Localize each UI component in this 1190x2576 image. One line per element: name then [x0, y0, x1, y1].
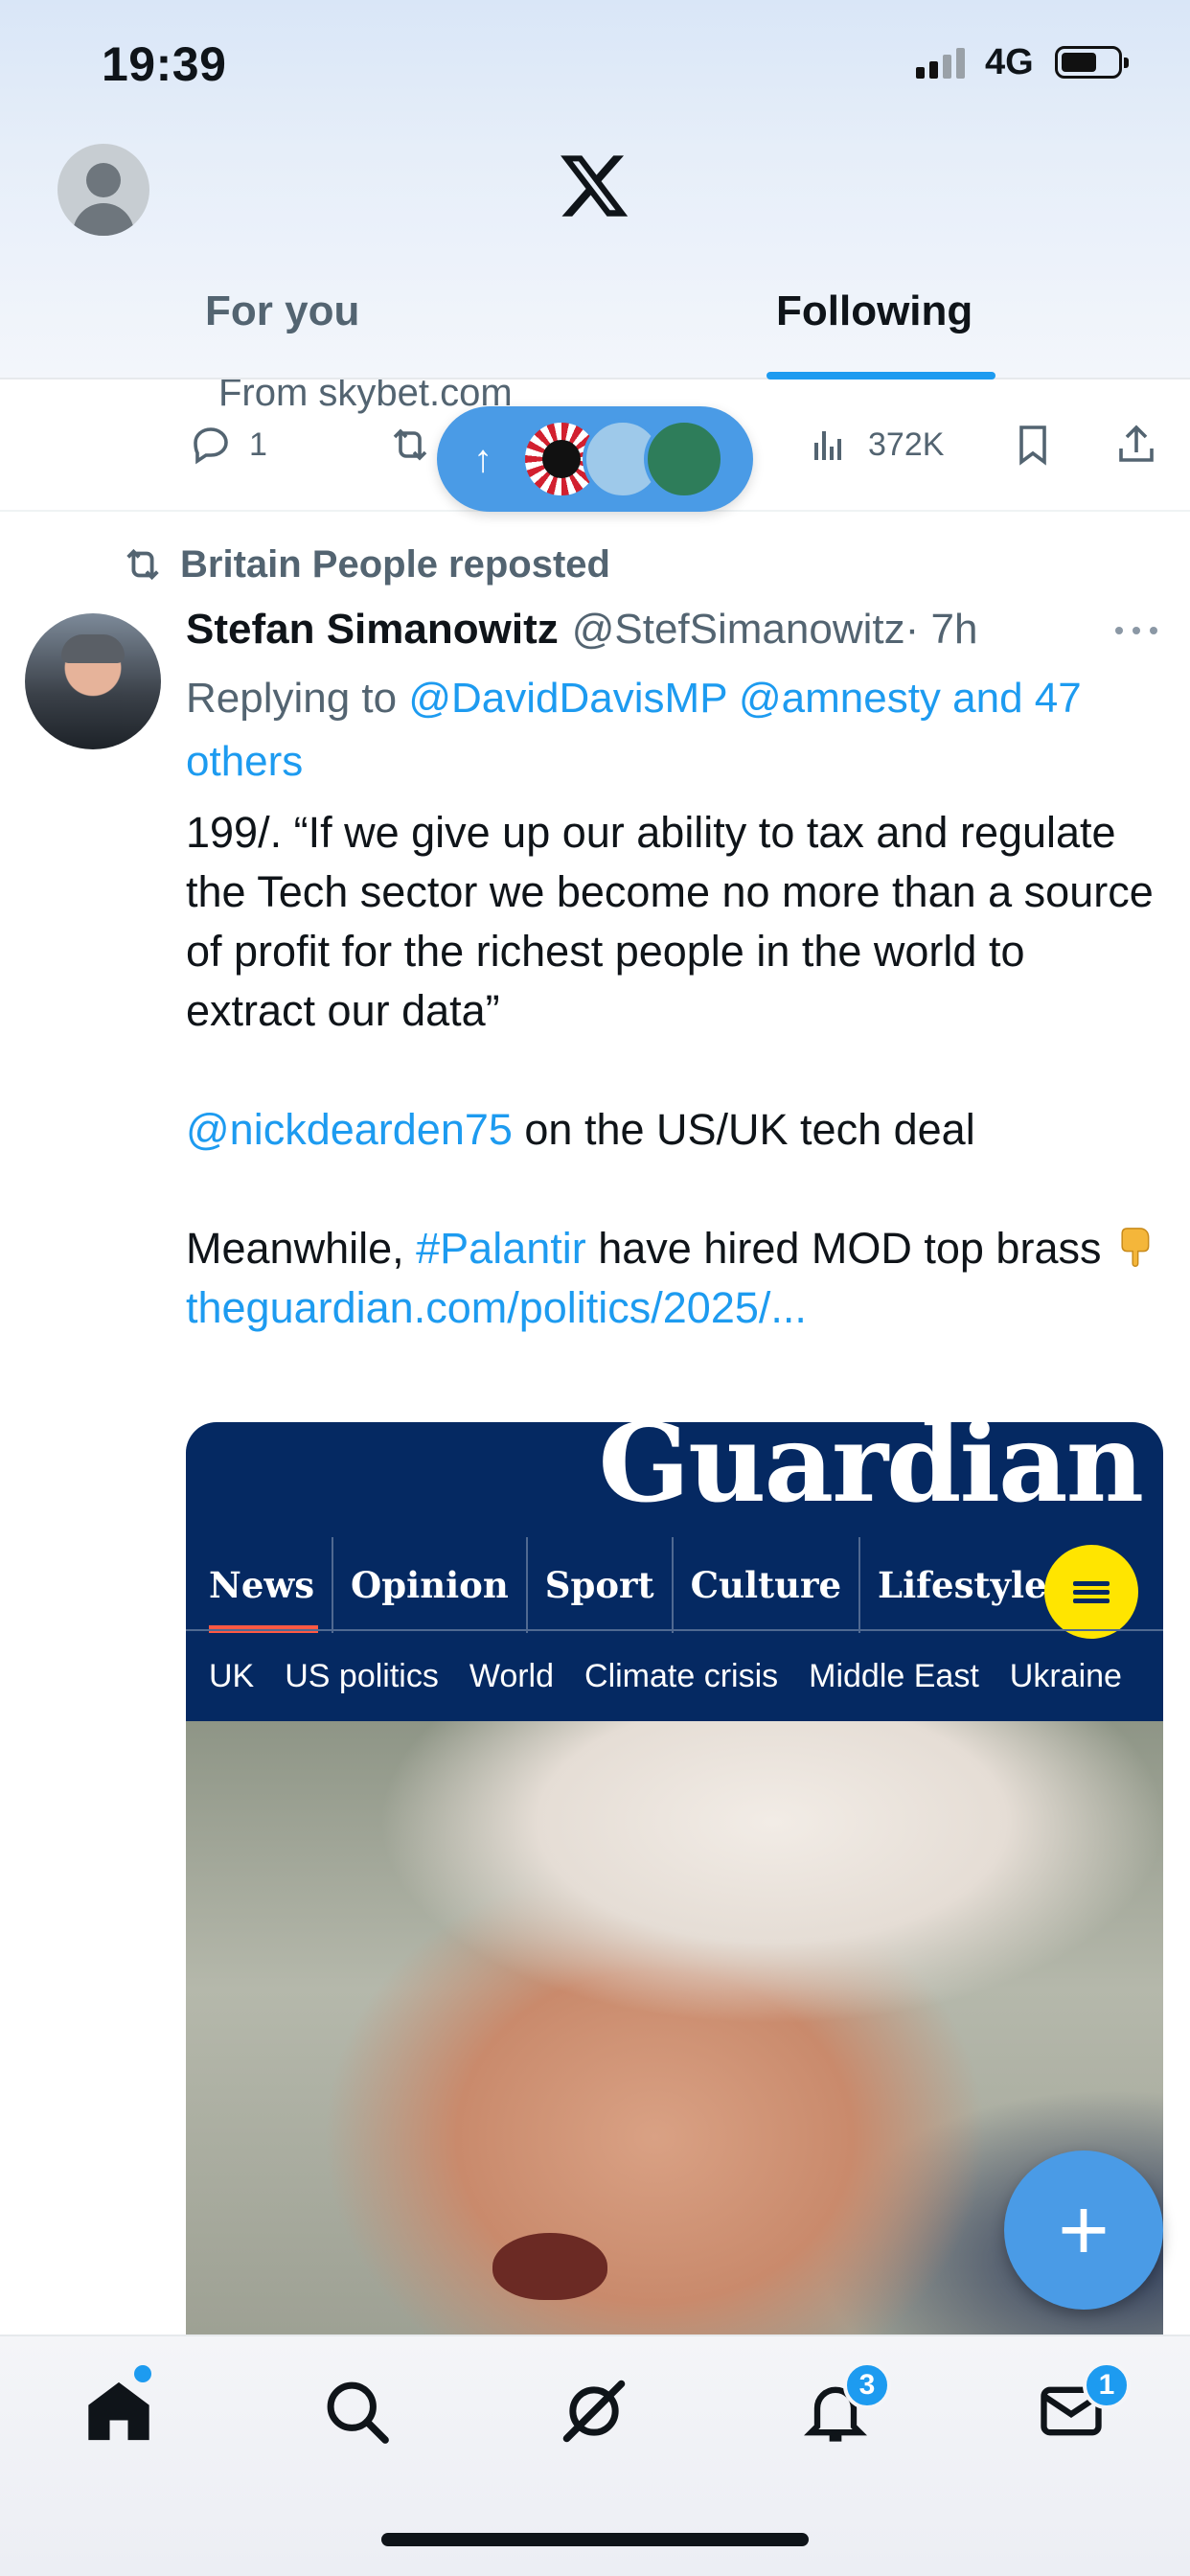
x-logo-icon[interactable] — [556, 149, 632, 223]
bookmark-button[interactable] — [1010, 420, 1056, 470]
author-avatar[interactable] — [25, 613, 161, 749]
nav-home[interactable] — [82, 2375, 155, 2448]
more-options-icon[interactable] — [1113, 621, 1159, 640]
arrow-up-icon: ↑ — [473, 437, 492, 480]
article-url-link[interactable]: theguardian.com/politics/2025/... — [186, 1283, 807, 1332]
network-type: 4G — [985, 42, 1034, 82]
home-icon — [88, 2381, 149, 2441]
author-handle[interactable]: @StefSimanowitz — [572, 606, 905, 654]
hashtag-link[interactable]: #Palantir — [416, 1224, 586, 1273]
subnav-ukraine: Ukraine — [1009, 1657, 1122, 1694]
post-text-line: @nickdearden75 on the US/UK tech deal — [186, 1100, 1163, 1160]
post-text: 199/. “If we give up our ability to tax … — [186, 808, 1154, 1035]
subnav-climate-crisis: Climate crisis — [584, 1657, 779, 1694]
subnav-world: World — [469, 1657, 555, 1694]
repost-label[interactable]: Britain People reposted — [180, 543, 610, 586]
pillar-sport: Sport — [525, 1537, 672, 1633]
home-unread-dot — [134, 2365, 151, 2382]
replying-to: Replying to @DavidDavisMP @amnesty and 4… — [186, 667, 1173, 794]
pillar-culture: Culture — [671, 1537, 858, 1633]
pillar-opinion: Opinion — [332, 1537, 526, 1633]
author-name[interactable]: Stefan Simanowitz — [186, 606, 559, 654]
active-tab-indicator — [767, 372, 995, 380]
pillar-news: News — [186, 1537, 332, 1633]
post-time[interactable]: · 7h — [905, 606, 978, 654]
repost-icon — [126, 548, 159, 581]
search-icon — [327, 2381, 389, 2444]
repost-button[interactable] — [387, 420, 433, 470]
subnav-us-politics: US politics — [285, 1657, 439, 1694]
views-icon — [814, 431, 841, 460]
subnav-middle-east: Middle East — [809, 1657, 979, 1694]
mention-link[interactable]: @nickdearden75 — [186, 1105, 513, 1154]
nav-search[interactable] — [320, 2375, 393, 2448]
reply-count: 1 — [249, 426, 267, 463]
reply-icon — [194, 427, 228, 465]
bookmark-icon — [1019, 426, 1046, 466]
tab-for-you[interactable]: For you — [205, 288, 359, 335]
views-button[interactable]: 372K — [807, 420, 944, 470]
replying-prefix: Replying to — [186, 675, 409, 722]
pillar-lifestyle: Lifestyle — [858, 1537, 1064, 1633]
notifications-badge: 3 — [843, 2361, 891, 2409]
profile-avatar-button[interactable] — [57, 144, 149, 236]
home-indicator[interactable] — [381, 2533, 809, 2546]
grok-icon — [562, 2380, 626, 2443]
pointing-down-emoji-icon — [1121, 1228, 1150, 1267]
compose-post-button[interactable]: + — [1004, 2150, 1163, 2310]
guardian-subnav: UK US politics World Climate crisis Midd… — [186, 1629, 1163, 1721]
guardian-pillar-nav: News Opinion Sport Culture Lifestyle — [186, 1537, 1163, 1633]
status-time: 19:39 — [102, 37, 227, 91]
article-photo — [186, 1721, 1163, 2380]
views-count: 372K — [868, 426, 945, 463]
guardian-menu-icon — [1044, 1545, 1138, 1639]
post-text: have hired MOD top brass — [585, 1224, 1113, 1273]
new-post-avatar — [644, 419, 724, 499]
messages-badge: 1 — [1083, 2361, 1131, 2409]
guardian-masthead: Guardian — [598, 1422, 1144, 1527]
repost-icon — [393, 428, 427, 461]
post-body: 199/. “If we give up our ability to tax … — [186, 803, 1163, 1338]
tab-following[interactable]: Following — [776, 288, 973, 335]
new-posts-button[interactable]: ↑ — [437, 406, 753, 512]
post-text: Meanwhile, — [186, 1224, 417, 1273]
top-header: 19:39 4G For you Following — [0, 0, 1190, 380]
reply-button[interactable]: 1 — [188, 420, 267, 470]
cellular-signal-icon — [916, 46, 965, 79]
repost-context: Britain People reposted — [121, 542, 610, 586]
nav-grok[interactable] — [558, 2375, 630, 2448]
share-icon — [1119, 425, 1154, 462]
post-text-line: Meanwhile, #Palantir have hired MOD top … — [186, 1219, 1163, 1278]
battery-icon — [1055, 46, 1129, 79]
subnav-uk: UK — [209, 1657, 255, 1694]
author-line: Stefan Simanowitz @StefSimanowitz · 7h — [186, 606, 1163, 654]
share-button[interactable] — [1113, 420, 1159, 470]
post-text: on the US/UK tech deal — [512, 1105, 975, 1154]
